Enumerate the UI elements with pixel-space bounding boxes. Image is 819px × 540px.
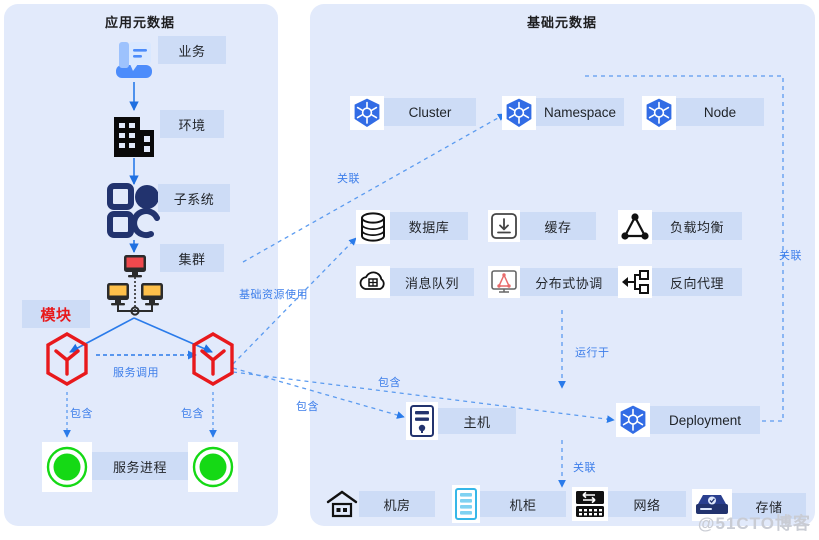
book-business-icon: [110, 36, 158, 82]
message-queue-cloud-icon: [356, 266, 390, 298]
label-rack: 机柜: [480, 491, 566, 517]
kubernetes-icon: [616, 403, 650, 437]
label-module: 模块: [22, 300, 90, 328]
label-business: 业务: [158, 36, 226, 64]
label-database: 数据库: [390, 212, 468, 240]
server-host-icon: [406, 402, 438, 440]
watermark: @51CTO博客: [697, 514, 811, 533]
panel-app-title: 应用元数据: [104, 15, 175, 30]
label-service-process: 服务进程: [92, 452, 188, 480]
kubernetes-icon: [642, 96, 676, 130]
load-balancer-icon: [618, 210, 652, 244]
label-server-room: 机房: [359, 491, 435, 517]
panel-infra-title: 基础元数据: [526, 15, 597, 30]
green-circle-process-icon: [188, 442, 238, 492]
panel-infra-metadata: [310, 4, 815, 526]
edge-label-infra-resource-usage: 基础资源使用: [239, 289, 308, 301]
module-hexagon-icon: [188, 330, 238, 388]
cache-download-icon: [488, 210, 520, 242]
database-icon: [356, 210, 390, 244]
edge-label-contains-host: 包含: [296, 401, 319, 413]
label-message-queue: 消息队列: [390, 268, 474, 296]
building-icon: [108, 112, 160, 160]
label-host: 主机: [438, 408, 516, 434]
edge-label-runs-on: 运行于: [575, 347, 610, 359]
label-subsystem: 子系统: [158, 184, 230, 212]
datacenter-house-icon: [325, 487, 359, 521]
edge-label-contains-left: 包含: [70, 408, 93, 420]
label-node: Node: [676, 98, 764, 126]
module-hexagon-icon: [42, 330, 92, 388]
label-cluster-cn: 集群: [160, 244, 224, 272]
network-switch-icon: [572, 487, 608, 521]
edge-label-assoc-cluster-namespace: 关联: [337, 173, 360, 185]
cluster-monitors-icon: [104, 252, 166, 318]
subsystem-blocks-icon: [106, 182, 162, 240]
label-network: 网络: [608, 491, 686, 517]
edge-label-contains-deployment: 包含: [378, 377, 401, 389]
label-cluster-en: Cluster: [384, 98, 476, 126]
edge-label-contains-right: 包含: [181, 408, 204, 420]
edge-label-assoc-deploy-network: 关联: [573, 462, 596, 474]
rack-cabinet-icon: [452, 485, 480, 523]
label-distributed-coordination: 分布式协调: [520, 268, 618, 296]
edge-label-service-call: 服务调用: [113, 367, 159, 379]
label-cache: 缓存: [520, 212, 596, 240]
label-environment: 环境: [160, 110, 224, 138]
distributed-coordination-icon: [488, 266, 520, 298]
reverse-proxy-icon: [618, 266, 652, 298]
label-deployment: Deployment: [650, 406, 760, 434]
label-reverse-proxy: 反向代理: [652, 268, 742, 296]
edge-label-assoc-node-deployment: 关联: [779, 250, 802, 262]
diagram-canvas: 应用元数据 基础元数据 业务 环境 子系统 集群 模块 服务进程 Cluster…: [0, 0, 819, 540]
label-namespace: Namespace: [536, 98, 624, 126]
kubernetes-icon: [350, 96, 384, 130]
green-circle-process-icon: [42, 442, 92, 492]
kubernetes-icon: [502, 96, 536, 130]
label-load-balancer: 负载均衡: [652, 212, 742, 240]
